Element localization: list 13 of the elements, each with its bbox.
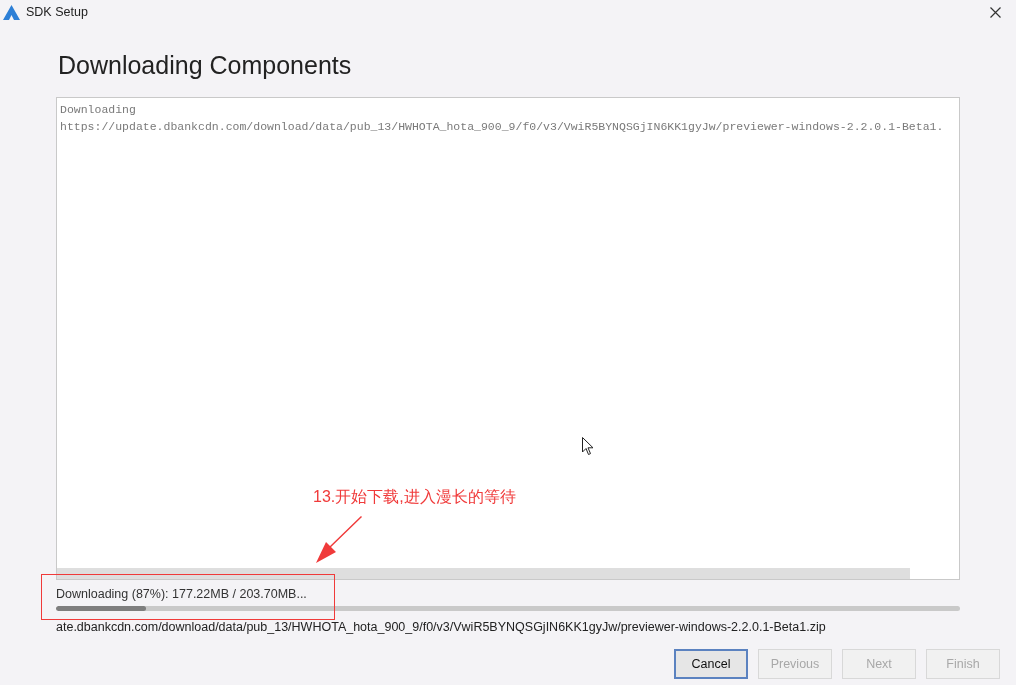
app-logo-icon xyxy=(3,4,20,20)
mouse-cursor-icon xyxy=(582,437,595,456)
wizard-button[interactable]: Cancel xyxy=(674,649,748,679)
log-line: Downloading xyxy=(60,102,137,118)
horizontal-scrollbar[interactable] xyxy=(57,568,911,579)
page-heading: Downloading Components xyxy=(58,50,353,80)
annotation-arrow xyxy=(316,516,364,564)
download-status: Downloading (87%): 177.22MB / 203.70MB... xyxy=(56,586,308,602)
log-line: https://update.dbankcdn.com/download/data/pub_13/HWHOTA_hota_900_9/f0/v3/VwiR5BYNQSGjIN6KK1gyJw/previewer-windows-2.2.0.1-Beta1. xyxy=(60,119,945,135)
window-title: SDK Setup xyxy=(26,3,88,21)
current-file-url: ate.dbankcdn.com/download/data/pub_13/HWHOTA_hota_900_9/f0/v3/VwiR5BYNQSGjIN6KK1gyJw/previewer-windows-2.2.0.1-Beta1.zip xyxy=(56,619,827,635)
close-icon[interactable] xyxy=(990,6,1001,18)
annotation-text: 13.开始下载,进入漫长的等待 xyxy=(313,487,516,507)
